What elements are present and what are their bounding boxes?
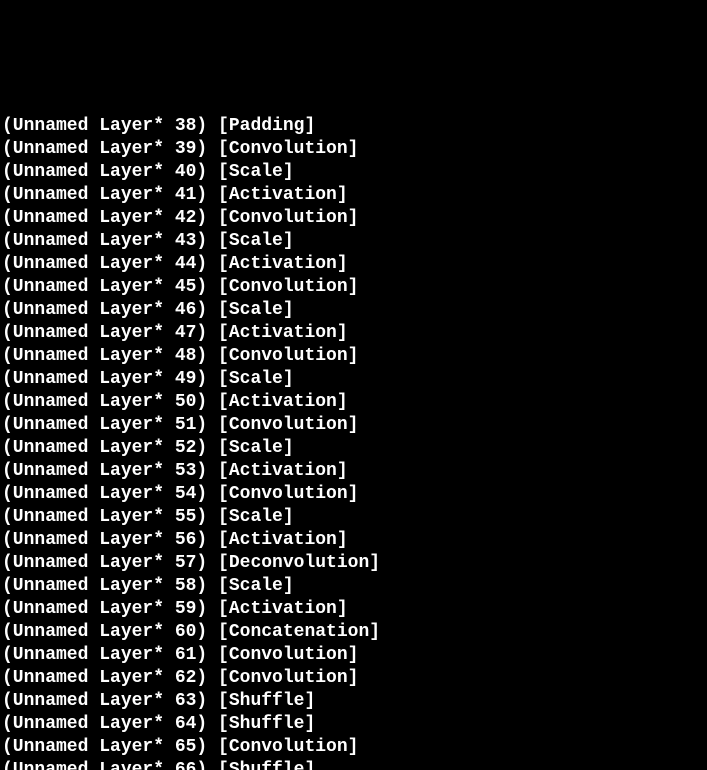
layer-line: (Unnamed Layer* 48) [Convolution]	[2, 345, 705, 368]
layer-line: (Unnamed Layer* 41) [Activation]	[2, 184, 705, 207]
terminal-output: (Unnamed Layer* 38) [Padding](Unnamed La…	[0, 115, 707, 770]
layer-line: (Unnamed Layer* 66) [Shuffle]	[2, 759, 705, 770]
layer-line: (Unnamed Layer* 40) [Scale]	[2, 161, 705, 184]
layer-line: (Unnamed Layer* 44) [Activation]	[2, 253, 705, 276]
layer-line: (Unnamed Layer* 61) [Convolution]	[2, 644, 705, 667]
layer-line: (Unnamed Layer* 65) [Convolution]	[2, 736, 705, 759]
layer-line: (Unnamed Layer* 39) [Convolution]	[2, 138, 705, 161]
layer-line: (Unnamed Layer* 59) [Activation]	[2, 598, 705, 621]
layer-line: (Unnamed Layer* 46) [Scale]	[2, 299, 705, 322]
layer-line: (Unnamed Layer* 54) [Convolution]	[2, 483, 705, 506]
layer-line: (Unnamed Layer* 38) [Padding]	[2, 115, 705, 138]
layer-line: (Unnamed Layer* 63) [Shuffle]	[2, 690, 705, 713]
layer-line: (Unnamed Layer* 55) [Scale]	[2, 506, 705, 529]
layer-line: (Unnamed Layer* 49) [Scale]	[2, 368, 705, 391]
layer-line: (Unnamed Layer* 57) [Deconvolution]	[2, 552, 705, 575]
layer-line: (Unnamed Layer* 50) [Activation]	[2, 391, 705, 414]
layer-line: (Unnamed Layer* 52) [Scale]	[2, 437, 705, 460]
layer-line: (Unnamed Layer* 45) [Convolution]	[2, 276, 705, 299]
layer-line: (Unnamed Layer* 58) [Scale]	[2, 575, 705, 598]
layer-line: (Unnamed Layer* 62) [Convolution]	[2, 667, 705, 690]
layer-line: (Unnamed Layer* 42) [Convolution]	[2, 207, 705, 230]
layer-line: (Unnamed Layer* 51) [Convolution]	[2, 414, 705, 437]
layer-line: (Unnamed Layer* 43) [Scale]	[2, 230, 705, 253]
layer-line: (Unnamed Layer* 64) [Shuffle]	[2, 713, 705, 736]
layer-line: (Unnamed Layer* 53) [Activation]	[2, 460, 705, 483]
layer-line: (Unnamed Layer* 60) [Concatenation]	[2, 621, 705, 644]
layer-line: (Unnamed Layer* 47) [Activation]	[2, 322, 705, 345]
layer-line: (Unnamed Layer* 56) [Activation]	[2, 529, 705, 552]
